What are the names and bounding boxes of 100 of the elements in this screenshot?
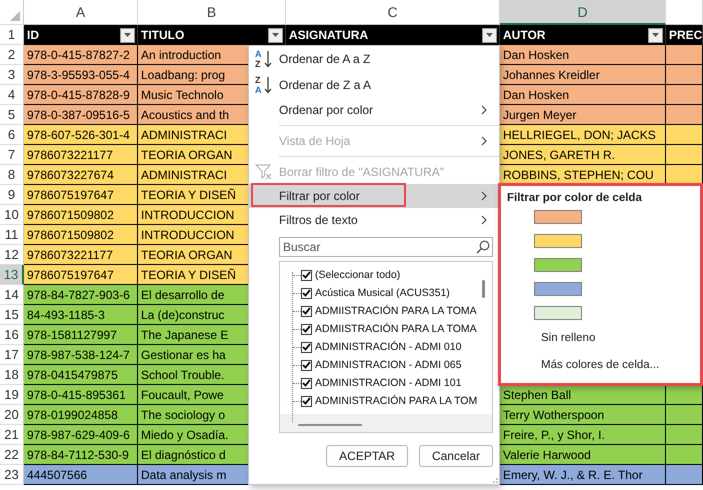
row-number[interactable]: 22 xyxy=(0,445,24,465)
checkbox[interactable] xyxy=(301,270,312,280)
checkbox-label[interactable]: ADMIISTRACIÓN PARA LA TOMA xyxy=(315,305,477,317)
table-cell: 9786073221177 xyxy=(24,145,138,165)
table-cell: Dan Hosken xyxy=(500,85,666,105)
table-cell: 9786075197647 xyxy=(24,265,138,285)
color-swatch[interactable] xyxy=(534,306,582,320)
table-cell: Jurgen Meyer xyxy=(500,105,666,125)
chevron-right-icon xyxy=(481,215,487,225)
checkbox[interactable] xyxy=(301,306,312,316)
checkbox[interactable] xyxy=(301,324,312,334)
row-number[interactable]: 20 xyxy=(0,405,24,425)
filter-button[interactable] xyxy=(482,28,497,42)
table-cell: 9786071509802 xyxy=(24,225,138,245)
table-cell: 978-0415479875 xyxy=(24,365,138,385)
row-number[interactable]: 15 xyxy=(0,305,24,325)
row-number[interactable]: 9 xyxy=(0,185,24,205)
table-cell: Johannes Kreidler xyxy=(500,65,666,85)
scrollbar-thumb[interactable] xyxy=(298,424,362,426)
clear-filter-icon xyxy=(255,163,273,181)
table-cell: Emery, W. J., & R. E. Thor xyxy=(500,465,666,485)
table-cell: Valerie Harwood xyxy=(500,445,666,465)
menu-item[interactable]: Sin relleno xyxy=(541,332,596,344)
menu-item[interactable]: Más colores de celda... xyxy=(541,359,660,371)
row-number[interactable]: 5 xyxy=(0,105,24,125)
table-cell: 978-607-526-301-4 xyxy=(24,125,138,145)
checkbox-label[interactable]: ADMIISTRACIÓN PARA LA TOMA xyxy=(315,323,477,335)
table-cell: 978-3-95593-055-4 xyxy=(24,65,138,85)
header-text: ASIGNATURA xyxy=(289,28,368,42)
row-number[interactable]: 19 xyxy=(0,385,24,405)
dialog-button[interactable]: Cancelar xyxy=(418,445,493,467)
table-cell: 978-84-7827-903-6 xyxy=(24,285,138,305)
table-cell: 978-987-538-124-7 xyxy=(24,345,138,365)
menu-item[interactable]: Filtrar por color xyxy=(249,184,499,208)
checkbox[interactable] xyxy=(301,288,312,298)
row-number[interactable]: 4 xyxy=(0,85,24,105)
table-cell: 978-0199024858 xyxy=(24,405,138,425)
checkbox[interactable] xyxy=(301,360,312,370)
table-cell: 9786075197647 xyxy=(24,185,138,205)
checkbox[interactable] xyxy=(301,342,312,352)
table-cell: Stephen Ball xyxy=(500,385,666,405)
row-number[interactable]: 8 xyxy=(0,165,24,185)
search-icon xyxy=(476,240,490,254)
header-text: AUTOR xyxy=(503,28,546,42)
checkbox-label[interactable]: ADMINISTRACION - ADMI 065 xyxy=(315,359,462,371)
row-number[interactable]: 12 xyxy=(0,245,24,265)
checkbox-label[interactable]: ADMINISTRACION - ADMI 101 xyxy=(315,377,462,389)
table-cell: 9786073227674 xyxy=(24,165,138,185)
row-number[interactable]: 11 xyxy=(0,225,24,245)
submenu-title: Filtrar por color de celda xyxy=(507,192,642,204)
table-cell: 9786073221177 xyxy=(24,245,138,265)
color-swatch[interactable] xyxy=(534,234,582,248)
row-number[interactable]: 17 xyxy=(0,345,24,365)
row-number[interactable]: 6 xyxy=(0,125,24,145)
row-number[interactable]: 2 xyxy=(0,45,24,65)
table-cell: Terry Wotherspoon xyxy=(500,405,666,425)
header-text: TITULO xyxy=(141,28,184,42)
color-swatch[interactable] xyxy=(534,282,582,296)
table-cell: 978-987-629-409-6 xyxy=(24,425,138,445)
checkbox-label[interactable]: (Seleccionar todo) xyxy=(315,269,400,281)
table-cell: ROBBINS, STEPHEN; COU xyxy=(500,165,666,185)
filter-button[interactable] xyxy=(120,28,135,42)
checkbox-label[interactable]: Acústica Musical (ACUS351) xyxy=(315,287,450,299)
caret-icon xyxy=(272,33,279,37)
row-number[interactable]: 10 xyxy=(0,205,24,225)
table-cell: Freire, P., y Shor, I. xyxy=(500,425,666,445)
table-cell: 978-0-415-87827-2 xyxy=(24,45,138,65)
color-swatch[interactable] xyxy=(534,210,582,224)
checkbox[interactable] xyxy=(301,378,312,388)
table-cell: HELLRIEGEL, DON; JACKS xyxy=(500,125,666,145)
row-number[interactable]: 13 xyxy=(0,265,24,285)
checkbox-label[interactable]: ADMINISTRACIÓN - ADMI 010 xyxy=(315,341,462,353)
search-field[interactable]: Buscar xyxy=(279,237,493,257)
scrollbar-thumb[interactable] xyxy=(482,280,485,298)
row-number[interactable]: 14 xyxy=(0,285,24,305)
table-cell: 978-0-415-87828-9 xyxy=(24,85,138,105)
row-number[interactable]: 16 xyxy=(0,325,24,345)
header-text: PREC xyxy=(669,28,702,42)
table-cell: 84-493-1185-3 xyxy=(24,305,138,325)
table-cell: JONES, GARETH R. xyxy=(500,145,666,165)
chevron-right-icon xyxy=(481,105,487,115)
dialog-button[interactable]: ACEPTAR xyxy=(326,445,408,467)
checkbox[interactable] xyxy=(301,396,312,406)
checkbox-label[interactable]: ADMINISTRACIÓN PARA LA TOM xyxy=(315,395,478,407)
row-number[interactable]: 21 xyxy=(0,425,24,445)
table-cell: 978-0-387-09516-5 xyxy=(24,105,138,125)
row-number[interactable]: 7 xyxy=(0,145,24,165)
column-header[interactable]: D xyxy=(500,0,666,25)
row-number[interactable]: 23 xyxy=(0,465,24,485)
row-number[interactable]: 1 xyxy=(0,25,24,45)
caret-icon xyxy=(124,33,131,37)
color-swatch[interactable] xyxy=(534,258,582,272)
filter-button[interactable] xyxy=(648,28,663,42)
table-cell: 444507566 xyxy=(24,465,138,485)
row-number[interactable]: 18 xyxy=(0,365,24,385)
row-number[interactable]: 3 xyxy=(0,65,24,85)
header-text: ID xyxy=(27,28,39,42)
table-cell: 978-1581127997 xyxy=(24,325,138,345)
filter-button[interactable] xyxy=(268,28,283,42)
table-cell: 9786071509802 xyxy=(24,205,138,225)
